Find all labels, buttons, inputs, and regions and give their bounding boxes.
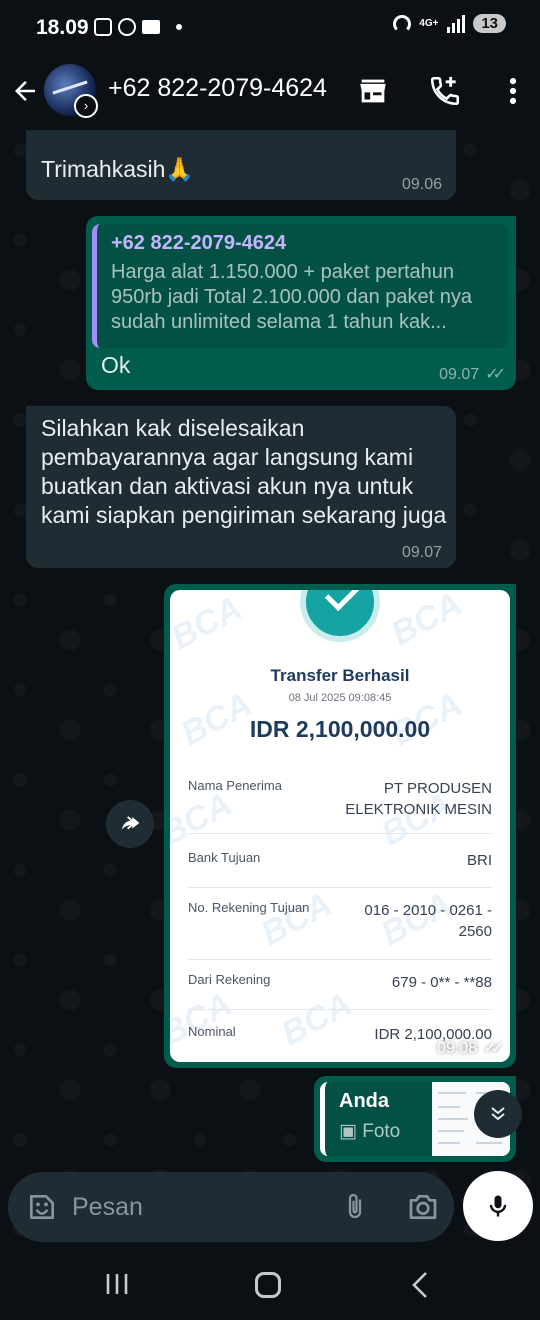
home-icon[interactable]: [255, 1272, 281, 1298]
message-time-value: 09.08: [437, 1040, 478, 1057]
message-time: 09.07: [401, 544, 442, 561]
screenshot-icon: [94, 18, 112, 36]
message-time: 09.06: [401, 176, 442, 193]
forward-icon: [121, 816, 140, 830]
row-value-line1: PT PRODUSEN: [383, 780, 492, 797]
message-time: 09.07 ✓✓: [439, 364, 506, 384]
row-label: Bank Tujuan: [188, 850, 261, 865]
notification-icons: [94, 18, 182, 36]
network-label: 4G+: [419, 17, 439, 29]
hotspot-icon: [393, 14, 412, 33]
chat-header: › +62 822-2079-4624: [0, 58, 540, 130]
channel-badge-icon: ›: [74, 94, 98, 118]
row-value: PT PRODUSEN ELEKTRONIK MESIN: [345, 778, 492, 820]
incoming-message[interactable]: Silahkan kak diselesaikan pembayarannya …: [26, 406, 456, 568]
incoming-message[interactable]: Trimahkasih🙏 09.06: [26, 130, 456, 200]
watermark: BCA: [385, 590, 469, 654]
emoji-icon[interactable]: [26, 1191, 58, 1223]
attach-icon[interactable]: [340, 1189, 370, 1225]
receipt-row-source-account: Dari Rekening 679 - 0** - **88: [188, 972, 492, 1010]
receipt-row-bank: Bank Tujuan BRI: [188, 850, 492, 888]
row-value: 679 - 0** - **88: [391, 974, 492, 991]
forward-button[interactable]: [106, 800, 154, 848]
scroll-down-button[interactable]: [474, 1090, 522, 1138]
row-label: Nominal: [188, 1024, 236, 1039]
message-input-bar: [8, 1172, 454, 1242]
message-text: Silahkan kak diselesaikan pembayarannya …: [41, 415, 447, 528]
quoted-message[interactable]: +62 822-2079-4624 Harga alat 1.150.000 +…: [92, 224, 508, 348]
receipt-row-recipient: Nama Penerima PT PRODUSEN ELEKTRONIK MESI…: [188, 778, 492, 834]
message-text: Trimahkasih🙏: [41, 156, 195, 182]
camera-icon[interactable]: [406, 1191, 440, 1223]
scroll-down-icon: [491, 1107, 505, 1121]
whatsapp-icon: [118, 18, 136, 36]
status-time: 18.09: [36, 16, 89, 39]
signal-icon: [447, 14, 466, 33]
message-time-value: 09.07: [439, 366, 480, 383]
receipt-title: Transfer Berhasil: [270, 666, 410, 685]
contact-name[interactable]: +62 822-2079-4624: [108, 74, 327, 103]
read-ticks-icon: ✓✓: [483, 1040, 504, 1057]
nav-back-icon[interactable]: [410, 1270, 430, 1300]
back-arrow-icon[interactable]: [10, 76, 40, 106]
quoted-text: Harga alat 1.150.000 + paket pertahun 95…: [111, 261, 473, 333]
watermark: BCA: [170, 590, 249, 658]
outgoing-message[interactable]: +62 822-2079-4624 Harga alat 1.150.000 +…: [86, 216, 516, 390]
row-value-line2: ELEKTRONIK MESIN: [345, 801, 492, 818]
row-value-line1: 016 - 2010 - 0261 -: [364, 902, 492, 919]
more-vert-icon[interactable]: [496, 74, 530, 108]
receipt-datetime: 08 Jul 2025 09:08:45: [288, 692, 392, 704]
read-ticks-icon: ✓✓: [485, 366, 506, 383]
battery-level: 13: [473, 14, 506, 33]
outgoing-image-message[interactable]: BCA BCA BCA BCA BCA BCA BCA BCA BCA BCA …: [164, 584, 516, 1068]
mic-icon: [489, 1195, 507, 1217]
add-call-icon[interactable]: [428, 74, 462, 108]
system-icons: 4G+ 13: [393, 14, 506, 33]
quoted-author: +62 822-2079-4624: [111, 232, 287, 254]
success-check-icon: [300, 590, 380, 642]
system-nav-bar: [0, 1250, 540, 1320]
voice-message-button[interactable]: [463, 1171, 533, 1241]
row-value: 016 - 2010 - 0261 - 2560: [364, 900, 492, 942]
row-value-line2: 2560: [458, 923, 492, 940]
quoted-text: Foto: [362, 1121, 401, 1142]
row-value: BRI: [466, 852, 492, 869]
row-label: Dari Rekening: [188, 972, 271, 987]
quoted-photo-label: ▣ Foto: [339, 1120, 400, 1143]
message-time: 09.08 ✓✓: [437, 1038, 504, 1058]
receipt-row-account-number: No. Rekening Tujuan 016 - 2010 - 0261 - 2…: [188, 900, 492, 960]
transfer-receipt-image[interactable]: BCA BCA BCA BCA BCA BCA BCA BCA BCA BCA …: [170, 590, 510, 1062]
recent-apps-icon[interactable]: [104, 1272, 130, 1296]
status-bar: 18.09 4G+ 13: [0, 0, 540, 58]
receipt-amount: IDR 2,100,000.00: [249, 716, 431, 742]
message-input[interactable]: [72, 1190, 322, 1224]
photo-icon: ▣: [339, 1121, 363, 1142]
shop-icon[interactable]: [356, 74, 390, 108]
mail-icon: [142, 20, 160, 34]
row-label: No. Rekening Tujuan: [188, 900, 310, 915]
more-notifications-icon: [176, 24, 182, 30]
row-label: Nama Penerima: [188, 778, 282, 793]
message-text: Ok: [101, 352, 131, 378]
quoted-author: Anda: [339, 1090, 389, 1112]
